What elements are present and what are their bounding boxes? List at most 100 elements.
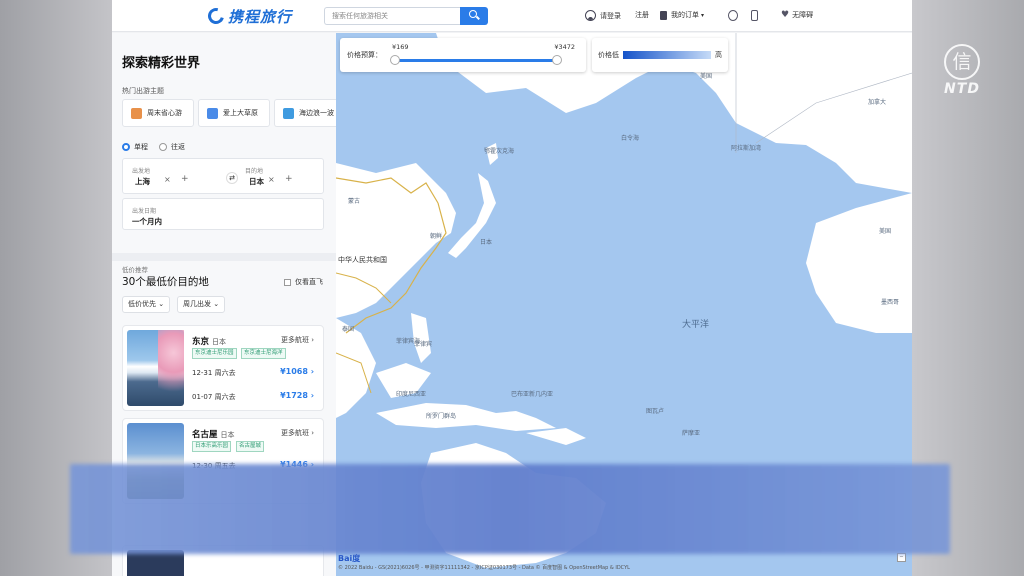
accessibility-link[interactable]: ♥ 无障碍	[781, 10, 813, 20]
theme-label: 爱上大草原	[223, 109, 258, 117]
page-title: 探索精彩世界	[122, 56, 201, 71]
chevron-down-icon: ▾	[701, 11, 705, 19]
map-label-pacific: 大平洋	[682, 320, 710, 330]
route-selector: 出发地 上海 × + ⇄ 目的地 日本 × +	[122, 158, 324, 194]
flight-price[interactable]: ¥1068 ›	[280, 367, 314, 376]
flight-date: 12-31 周六去	[192, 369, 236, 377]
radio-selected	[122, 143, 130, 151]
map-label-philippines: 菲律宾	[414, 341, 433, 348]
from-city-chip[interactable]: 上海	[135, 176, 150, 187]
ctrip-logo-text: 携程旅行	[228, 7, 293, 26]
weekday-dropdown[interactable]: 周几出发 ⌄	[177, 296, 226, 313]
map-label-tuvalu: 图瓦卢	[646, 408, 665, 415]
map-label-china: 中华人民共和国	[338, 256, 387, 264]
calendar-icon	[131, 107, 142, 119]
attraction-tag: 名古屋城	[236, 441, 265, 452]
ctrip-logo[interactable]: 携程旅行	[205, 5, 293, 27]
destination-card-tokyo[interactable]: 东京 日本 更多航班 › 东京迪士尼乐园 东京迪士尼海洋 12-31 周六去 ¥1…	[122, 325, 324, 411]
map-label-bering: 白令海	[621, 135, 640, 142]
recommend-title: 30个最低价目的地	[122, 276, 209, 288]
price-min-value: ¥169	[392, 43, 409, 51]
remove-from-icon[interactable]: ×	[164, 175, 171, 184]
search-icon	[469, 10, 477, 18]
globe-icon[interactable]	[728, 10, 738, 21]
mobile-app-icon[interactable]	[751, 10, 758, 21]
add-from-button[interactable]: +	[181, 174, 189, 184]
login-link[interactable]: 请登录	[585, 10, 621, 21]
map-label-okhotsk: 鄂霍次克海	[484, 148, 515, 155]
flight-price[interactable]: ¥1728 ›	[280, 391, 314, 400]
to-label: 目的地	[245, 168, 264, 175]
map-label-canada: 加拿大	[868, 99, 887, 106]
legend-low-label: 价格低	[598, 51, 619, 59]
checkbox-box	[284, 278, 291, 286]
chevron-down-icon: ⌄	[158, 300, 165, 308]
map-label-png: 巴布亚新几内亚	[511, 391, 554, 398]
radio-unselected	[159, 143, 167, 151]
price-max-value: ¥3472	[554, 43, 575, 51]
map-attribution: Bai度 © 2022 Baidu - GS(2021)6026号 - 甲测资字…	[336, 553, 912, 576]
theme-grassland-button[interactable]: 爱上大草原	[198, 99, 270, 127]
legend-high-label: 高	[715, 51, 722, 59]
theme-seaside-button[interactable]: 海边浪一波	[274, 99, 336, 127]
themes-label: 热门出游主题	[122, 87, 164, 95]
orders-label: 我的订单	[671, 11, 699, 19]
map-label-mongolia: 蒙古	[348, 198, 361, 205]
sort-low-price-dropdown[interactable]: 低价优先 ⌄	[122, 296, 171, 313]
baidu-logo: Bai度	[338, 554, 361, 563]
from-label: 出发地	[132, 168, 151, 175]
search-button[interactable]	[460, 7, 488, 25]
theme-label: 周末省心游	[147, 109, 182, 117]
to-city-chip[interactable]: 日本	[249, 176, 264, 187]
price-min-handle[interactable]	[390, 55, 400, 65]
accessibility-label: 无障碍	[792, 11, 814, 19]
section-divider	[112, 253, 336, 261]
more-flights-link[interactable]: 更多航班 ›	[281, 335, 314, 345]
remove-to-icon[interactable]: ×	[268, 175, 275, 184]
map-label-korea: 朝鲜	[430, 233, 443, 240]
sort-label: 低价优先	[128, 300, 156, 308]
register-link[interactable]: 注册	[635, 10, 649, 20]
map-collapse-button[interactable]: −	[897, 553, 906, 562]
heart-icon: ♥	[781, 10, 790, 20]
surf-icon	[283, 107, 294, 119]
radio-label: 单程	[134, 143, 148, 151]
caption-blur-band	[70, 464, 950, 554]
nonstop-checkbox[interactable]: 仅看直飞	[284, 277, 323, 287]
channel-watermark: 信 NTD	[912, 44, 1012, 97]
attraction-tag: 东京迪士尼乐园	[192, 348, 237, 359]
date-selector[interactable]: 出发日期 一个月内	[122, 198, 324, 230]
price-legend: 价格低 高	[592, 38, 728, 72]
legend-gradient-bar	[623, 51, 711, 59]
search-input[interactable]: 搜索任何旅游相关	[324, 7, 460, 25]
radio-label: 往返	[171, 143, 185, 151]
channel-seal: 信	[944, 44, 980, 80]
theme-weekend-button[interactable]: 周末省心游	[122, 99, 194, 127]
more-flights-link[interactable]: 更多航班 ›	[281, 428, 314, 438]
date-label: 出发日期	[132, 208, 157, 215]
price-budget-filter: 价格预算： ¥169 ¥3472	[340, 38, 586, 72]
round-trip-radio[interactable]: 往返	[159, 142, 185, 152]
one-way-radio[interactable]: 单程	[122, 142, 148, 152]
price-range-track[interactable]	[394, 59, 558, 62]
flight-date: 01-07 周六去	[192, 393, 236, 401]
my-orders-menu[interactable]: 我的订单 ▾	[660, 10, 704, 20]
destination-photo	[127, 330, 184, 406]
map-label-samoa: 萨摩亚	[682, 430, 701, 437]
add-to-button[interactable]: +	[285, 174, 293, 184]
horse-icon	[207, 107, 218, 119]
register-label: 注册	[635, 11, 649, 19]
weekday-label: 周几出发	[183, 300, 211, 308]
map-label-thailand: 泰国	[342, 326, 355, 333]
map-label-usa-south: 美国	[879, 228, 892, 235]
orders-icon	[660, 10, 667, 20]
destination-name: 名古屋 日本	[192, 430, 235, 440]
nonstop-label: 仅看直飞	[295, 278, 323, 286]
login-label: 请登录	[600, 11, 621, 20]
date-value: 一个月内	[132, 217, 162, 226]
user-icon	[585, 10, 596, 21]
ctrip-logo-icon	[205, 5, 227, 27]
map-label-indonesia: 印度尼西亚	[396, 391, 427, 398]
price-max-handle[interactable]	[552, 55, 562, 65]
swap-icon[interactable]: ⇄	[226, 172, 238, 184]
